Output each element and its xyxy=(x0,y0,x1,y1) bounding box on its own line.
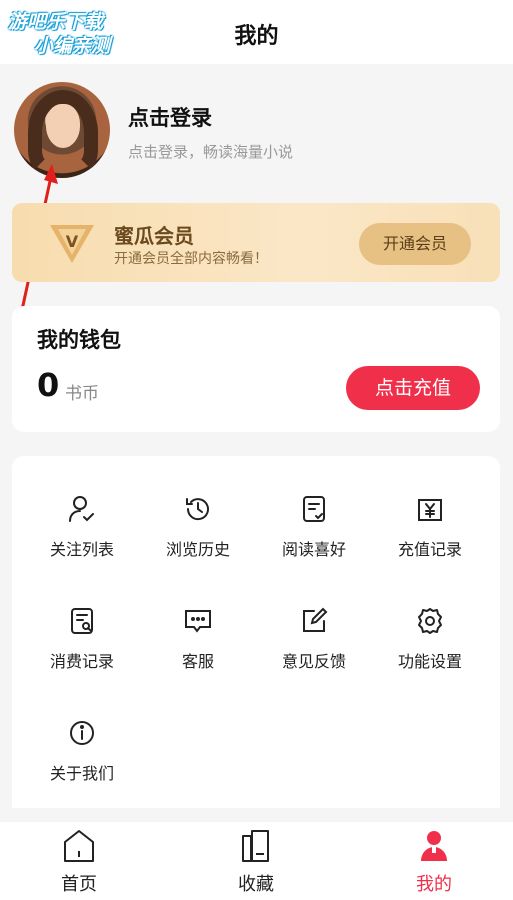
page-title: 我的 xyxy=(234,24,279,49)
wallet-unit: 书币 xyxy=(65,384,99,404)
menu-item-label: 客服 xyxy=(181,652,214,671)
tab-label: 收藏 xyxy=(238,874,274,895)
menu-item-label: 阅读喜好 xyxy=(281,540,346,559)
menu-item-label: 功能设置 xyxy=(397,652,462,671)
tab-label: 首页 xyxy=(61,874,97,895)
open-vip-button[interactable]: 开通会员 xyxy=(359,223,471,265)
consumption-record-icon xyxy=(71,608,93,634)
wallet-title: 我的钱包 xyxy=(37,328,121,352)
menu-item-feedback[interactable]: 意见反馈 xyxy=(259,606,369,686)
settings-gear-icon xyxy=(418,608,442,634)
menu-item-label: 浏览历史 xyxy=(165,540,230,559)
tab-mine[interactable]: 我的 xyxy=(394,828,474,896)
login-title[interactable]: 点击登录 xyxy=(128,102,212,132)
profile-icon xyxy=(421,831,447,861)
feedback-edit-icon xyxy=(303,607,328,632)
reading-preference-icon xyxy=(303,496,325,522)
tab-collection[interactable]: 收藏 xyxy=(216,828,296,896)
menu-item-recharge-record[interactable]: 充值记录 xyxy=(375,494,485,574)
menu-item-follow-list[interactable]: 关注列表 xyxy=(27,494,137,574)
menu-item-consumption-record[interactable]: 消费记录 xyxy=(27,606,137,686)
info-icon xyxy=(70,721,94,745)
home-icon xyxy=(64,830,94,862)
svg-text:V: V xyxy=(66,232,79,251)
menu-item-label: 关于我们 xyxy=(49,764,114,783)
menu-item-label: 意见反馈 xyxy=(281,652,346,671)
bookshelf-icon xyxy=(242,830,269,862)
vip-subtitle: 开通会员全部内容畅看！ xyxy=(114,251,268,267)
menu-item-label: 充值记录 xyxy=(397,540,462,559)
menu-item-about-us[interactable]: 关于我们 xyxy=(27,718,137,798)
vip-title: 蜜瓜会员 xyxy=(114,224,194,248)
menu-item-settings[interactable]: 功能设置 xyxy=(375,606,485,686)
customer-service-icon xyxy=(185,610,211,633)
login-subtitle: 点击登录，畅读海量小说 xyxy=(128,143,294,161)
menu-item-history[interactable]: 浏览历史 xyxy=(143,494,253,574)
tab-home[interactable]: 首页 xyxy=(39,828,119,896)
follow-user-icon xyxy=(69,496,94,522)
vip-crown-icon: V xyxy=(50,225,94,263)
history-clock-icon xyxy=(186,498,209,521)
menu-item-label: 关注列表 xyxy=(49,540,114,559)
wallet-balance: 0 xyxy=(37,366,60,404)
menu-item-reading-preference[interactable]: 阅读喜好 xyxy=(259,494,369,574)
recharge-record-icon xyxy=(418,499,442,521)
recharge-button[interactable]: 点击充值 xyxy=(346,366,480,410)
tab-label: 我的 xyxy=(416,874,452,895)
menu-item-label: 消费记录 xyxy=(49,652,114,671)
menu-item-customer-service[interactable]: 客服 xyxy=(143,606,253,686)
avatar-face xyxy=(46,104,80,148)
